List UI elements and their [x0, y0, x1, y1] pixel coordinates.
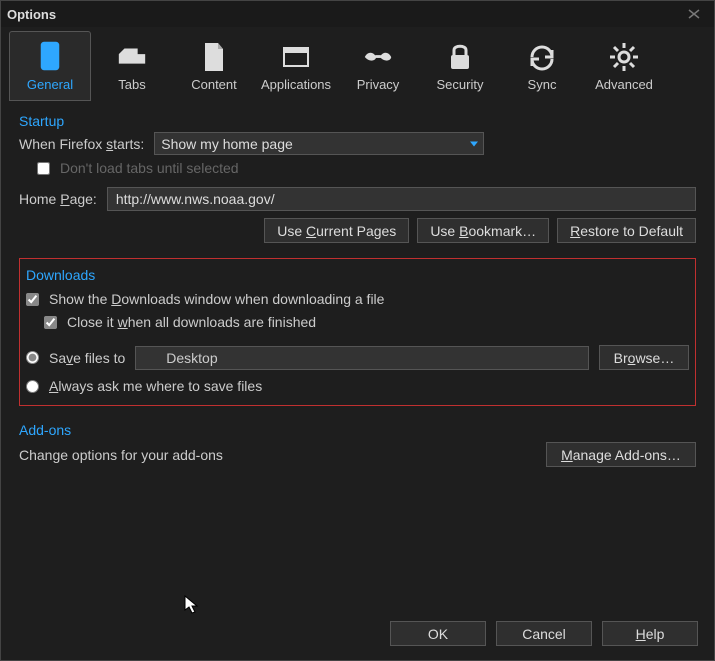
tab-content-label: Content	[191, 77, 237, 92]
tab-general[interactable]: General	[9, 31, 91, 101]
show-downloads-checkbox[interactable]	[26, 293, 39, 306]
startup-section: Startup When Firefox starts: Show my hom…	[19, 113, 696, 244]
window-controls	[680, 5, 708, 23]
startup-title: Startup	[19, 113, 696, 131]
tab-sync-label: Sync	[528, 77, 557, 92]
use-current-pages-button[interactable]: Use Current Pages	[264, 218, 409, 243]
dialog-footer: OK Cancel Help	[1, 611, 714, 660]
titlebar: Options	[1, 1, 714, 27]
tab-applications[interactable]: Applications	[255, 31, 337, 101]
window-title: Options	[7, 7, 56, 22]
tab-security-label: Security	[437, 77, 484, 92]
addons-section: Add-ons Change options for your add-ons …	[19, 422, 696, 468]
tab-general-label: General	[27, 77, 73, 92]
restore-default-button[interactable]: Restore to Default	[557, 218, 696, 243]
when-starts-label: When Firefox starts:	[19, 136, 144, 152]
save-files-to-radio[interactable]	[26, 351, 39, 364]
close-downloads-label: Close it when all downloads are finished	[67, 314, 316, 330]
ok-button[interactable]: OK	[390, 621, 486, 646]
general-icon	[34, 41, 66, 73]
addons-title: Add-ons	[19, 422, 696, 440]
show-downloads-label: Show the Downloads window when downloadi…	[49, 291, 384, 307]
close-icon[interactable]	[680, 5, 708, 23]
browse-button[interactable]: Browse…	[599, 345, 689, 370]
close-downloads-checkbox[interactable]	[44, 316, 57, 329]
tab-sync[interactable]: Sync	[501, 31, 583, 101]
gear-icon	[608, 41, 640, 73]
help-button[interactable]: Help	[602, 621, 698, 646]
tab-content[interactable]: Content	[173, 31, 255, 101]
sync-icon	[526, 41, 558, 73]
use-bookmark-button[interactable]: Use Bookmark…	[417, 218, 549, 243]
save-files-to-label: Save files to	[49, 350, 125, 366]
tab-privacy[interactable]: Privacy	[337, 31, 419, 101]
always-ask-label: Always ask me where to save files	[49, 378, 262, 394]
save-path-field[interactable]: Desktop	[135, 346, 589, 370]
security-icon	[444, 41, 476, 73]
manage-addons-button[interactable]: Manage Add-ons…	[546, 442, 696, 467]
addons-desc: Change options for your add-ons	[19, 447, 223, 463]
tab-tabs-label: Tabs	[118, 77, 145, 92]
downloads-section: Downloads Show the Downloads window when…	[19, 258, 696, 406]
tab-tabs[interactable]: Tabs	[91, 31, 173, 101]
always-ask-radio[interactable]	[26, 380, 39, 393]
applications-icon	[280, 41, 312, 73]
cancel-button[interactable]: Cancel	[496, 621, 592, 646]
dont-load-tabs-label: Don't load tabs until selected	[60, 160, 239, 176]
tab-applications-label: Applications	[261, 77, 331, 92]
downloads-title: Downloads	[26, 267, 689, 285]
privacy-icon	[362, 41, 394, 73]
when-starts-select[interactable]: Show my home page	[154, 132, 484, 155]
tab-privacy-label: Privacy	[357, 77, 400, 92]
category-tabs: General Tabs Content Applications Privac…	[1, 27, 714, 101]
tab-advanced-label: Advanced	[595, 77, 653, 92]
tab-advanced[interactable]: Advanced	[583, 31, 665, 101]
home-page-input[interactable]	[107, 187, 696, 211]
content-icon	[198, 41, 230, 73]
tab-security[interactable]: Security	[419, 31, 501, 101]
home-page-label: Home Page:	[19, 191, 97, 207]
general-panel: Startup When Firefox starts: Show my hom…	[1, 101, 714, 611]
options-window: Options General Tabs Content	[0, 0, 715, 661]
dont-load-tabs-checkbox[interactable]	[37, 162, 50, 175]
tabs-icon	[116, 41, 148, 73]
